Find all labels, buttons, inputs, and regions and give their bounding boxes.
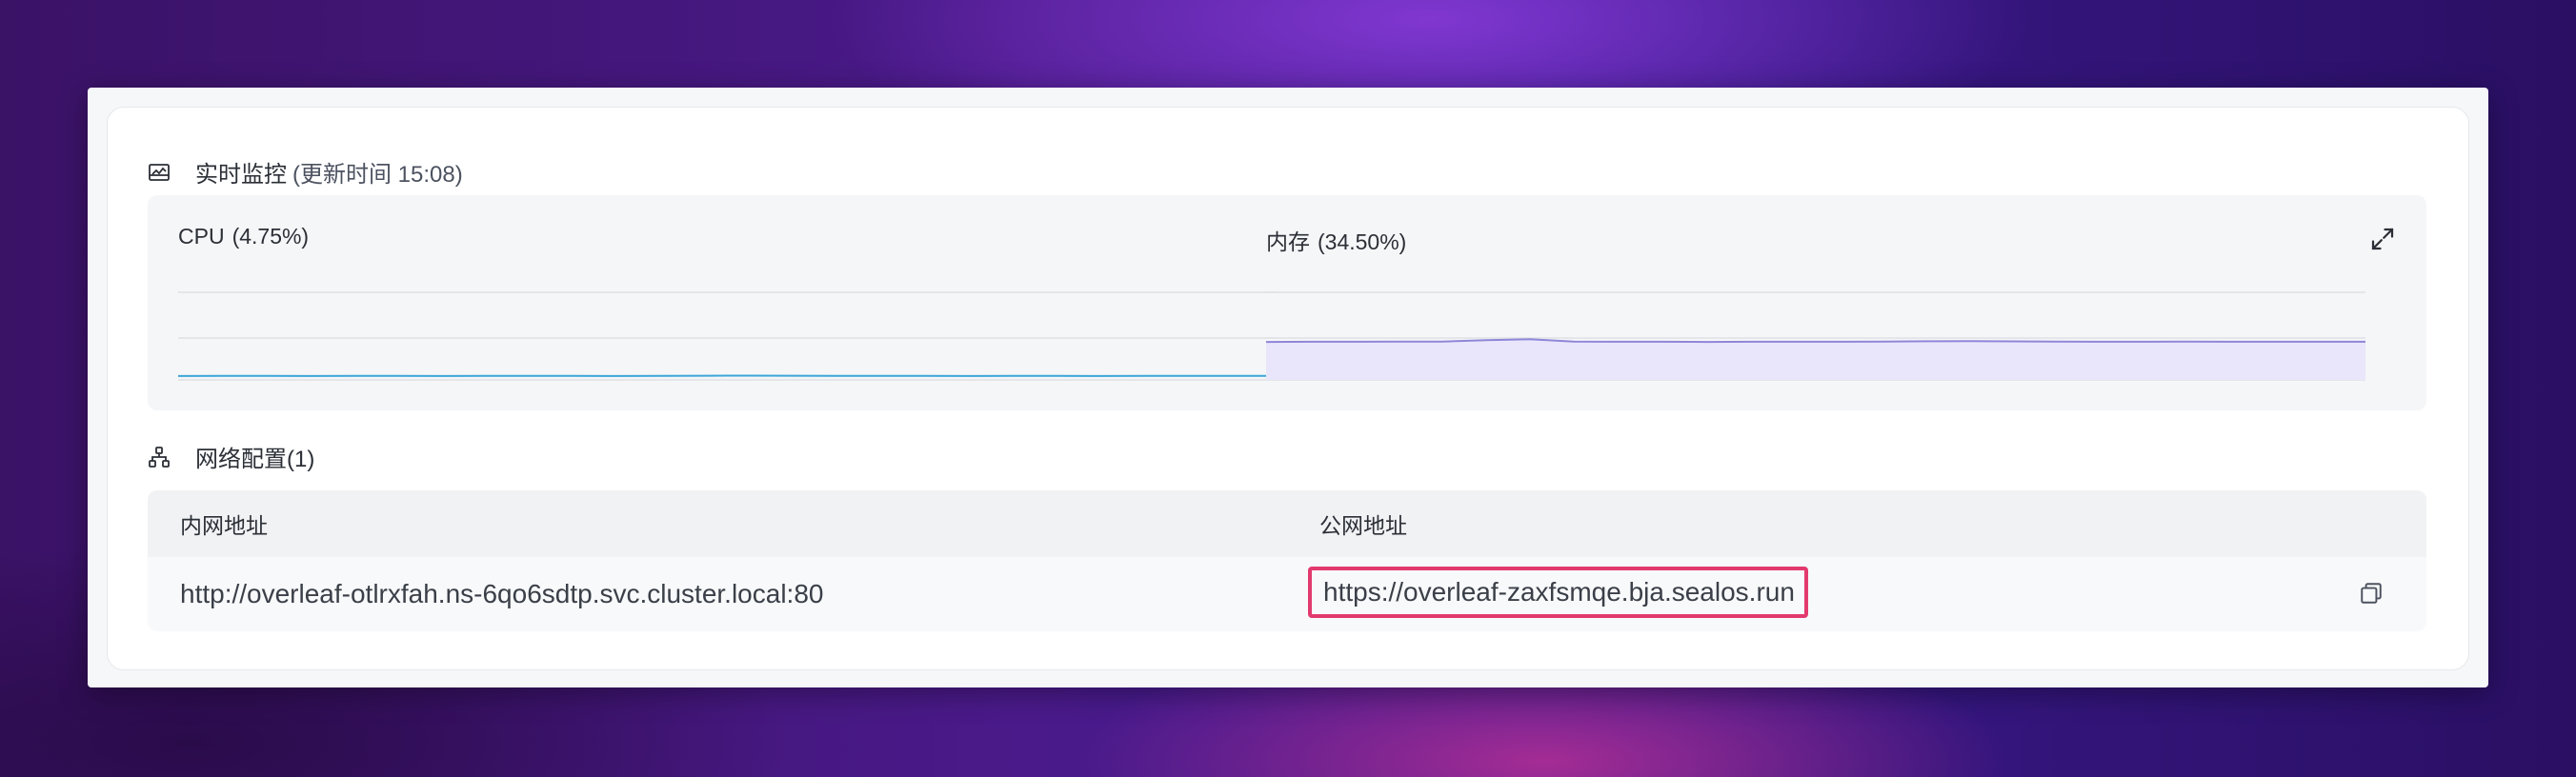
network-table: 内网地址 公网地址 http://overleaf-otlrxfah.ns-6q…: [148, 490, 2426, 631]
internal-address[interactable]: http://overleaf-otlrxfah.ns-6qo6sdtp.svc…: [180, 579, 823, 609]
copy-icon: [2361, 583, 2382, 604]
internal-address-header: 内网地址: [180, 513, 268, 538]
monitor-icon: [148, 161, 171, 184]
network-title: 网络配置(1): [195, 447, 315, 472]
monitor-panel: CPU (4.75%) 内存 (34.50%): [148, 195, 2426, 410]
cpu-value: (4.75%): [231, 224, 310, 249]
public-address-link[interactable]: https://overleaf-zaxfsmqe.bja.sealos.run: [1308, 567, 1808, 618]
public-address-header: 公网地址: [1319, 513, 1407, 538]
expand-button[interactable]: [2367, 224, 2398, 254]
network-icon: [148, 446, 171, 468]
network-header: 网络配置(1): [148, 440, 314, 473]
network-table-header: 内网地址 公网地址: [148, 490, 2426, 557]
monitor-title: 实时监控: [195, 162, 287, 188]
cpu-label: CPU: [178, 224, 225, 249]
series-area: [1266, 339, 2365, 380]
memory-sparkline: [1266, 291, 2365, 381]
app-panel: 实时监控 (更新时间 15:08) CPU (4.75%) 内存 (34.50%): [88, 88, 2488, 687]
table-row: http://overleaf-otlrxfah.ns-6qo6sdtp.svc…: [148, 557, 2426, 631]
monitor-updated-time: (更新时间 15:08): [292, 162, 463, 188]
memory-chart: 内存 (34.50%): [1266, 195, 2426, 410]
memory-chart-label: 内存 (34.50%): [1266, 224, 1406, 256]
memory-label: 内存: [1266, 229, 1310, 254]
cpu-chart: CPU (4.75%): [148, 195, 1281, 410]
cpu-chart-label: CPU (4.75%): [178, 224, 309, 249]
cpu-sparkline: [178, 291, 1278, 381]
copy-button[interactable]: [2356, 578, 2386, 608]
detail-card: 实时监控 (更新时间 15:08) CPU (4.75%) 内存 (34.50%): [107, 107, 2469, 670]
memory-value: (34.50%): [1318, 229, 1407, 254]
monitor-header: 实时监控 (更新时间 15:08): [148, 155, 463, 189]
series-line: [1266, 338, 2365, 344]
expand-icon: [2371, 228, 2394, 250]
